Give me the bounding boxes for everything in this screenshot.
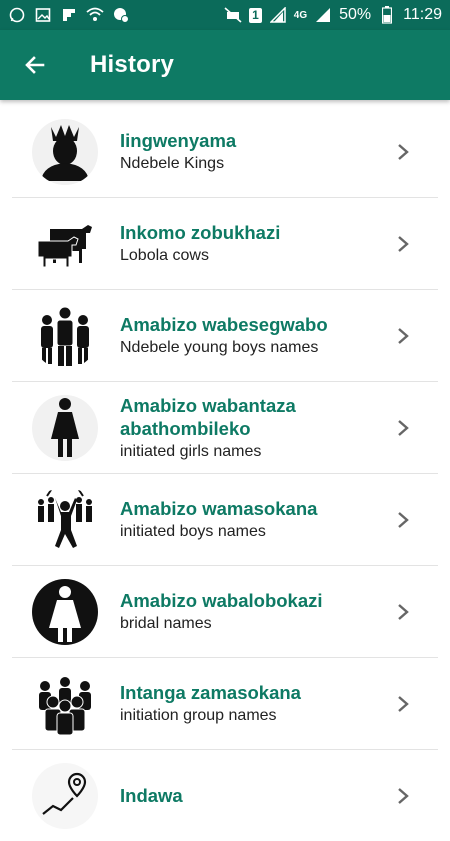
- item-subtitle: initiated boys names: [120, 523, 266, 540]
- chevron-right-icon: [398, 327, 409, 344]
- chevron-right-icon: [398, 695, 409, 712]
- chat-icon: [112, 6, 130, 24]
- crowd-icon: [32, 670, 98, 737]
- item-title: Amabizo wabantaza abathombileko: [120, 394, 296, 439]
- item-title: Iingwenyama: [120, 130, 237, 151]
- item-title: Amabizo wamasokana: [120, 498, 318, 519]
- back-button[interactable]: [18, 48, 52, 82]
- item-title: Amabizo wabesegwabo: [120, 314, 328, 335]
- chevron-right-icon: [398, 511, 409, 528]
- girl-icon: [32, 394, 98, 461]
- whatsapp-icon: [8, 6, 26, 24]
- boys-group-icon: [32, 302, 98, 369]
- item-title: Intanga zamasokana: [120, 682, 301, 703]
- network-label: 4G: [293, 9, 308, 21]
- arrow-left-icon: [25, 56, 45, 74]
- app-bar: History: [0, 30, 450, 100]
- map-pin-icon: [32, 762, 98, 829]
- status-bar: 1 4G 50% 11:29: [0, 0, 450, 30]
- signal-icon-2: [314, 6, 332, 24]
- chevron-right-icon: [398, 419, 409, 436]
- clock: 11:29: [403, 6, 442, 23]
- list-item[interactable]: Intanga zamasokana initiation group name…: [12, 658, 438, 750]
- battery-icon: [378, 6, 396, 24]
- list-item[interactable]: Amabizo wabalobokazi bridal names: [12, 566, 438, 658]
- item-title: Amabizo wabalobokazi: [120, 590, 323, 611]
- signal-icon: [269, 6, 287, 24]
- flipboard-icon: [60, 6, 78, 24]
- list-item[interactable]: Iingwenyama Ndebele Kings: [12, 106, 438, 198]
- wifi-icon: [86, 6, 104, 24]
- list-item[interactable]: Indawa: [12, 750, 438, 841]
- battery-percent: 50%: [339, 6, 372, 23]
- item-subtitle: Lobola cows: [120, 247, 209, 264]
- list-item[interactable]: Amabizo wabesegwabo Ndebele young boys n…: [12, 290, 438, 382]
- dancing-crowd-icon: [32, 486, 98, 553]
- item-subtitle: initiation group names: [120, 707, 277, 724]
- list-item[interactable]: Amabizo wamasokana initiated boys names: [12, 474, 438, 566]
- item-title: Inkomo zobukhazi: [120, 222, 281, 243]
- page-title: History: [90, 51, 175, 78]
- item-subtitle: bridal names: [120, 615, 212, 632]
- photo-icon: [34, 6, 52, 24]
- item-subtitle: initiated girls names: [120, 442, 262, 460]
- item-subtitle: Ndebele Kings: [120, 155, 225, 172]
- history-list: Iingwenyama Ndebele Kings Inkomo zobukha…: [12, 106, 438, 841]
- chevron-right-icon: [398, 235, 409, 252]
- list-item[interactable]: Amabizo wabantaza abathombileko initiate…: [12, 382, 438, 474]
- list-item[interactable]: Inkomo zobukhazi Lobola cows: [12, 198, 438, 290]
- item-title: Indawa: [120, 784, 183, 806]
- chevron-right-icon: [398, 603, 409, 620]
- cows-icon: [32, 210, 98, 277]
- sim-badge: 1: [249, 7, 262, 23]
- king-icon: [32, 118, 98, 185]
- chevron-right-icon: [398, 787, 409, 804]
- chevron-right-icon: [398, 143, 409, 160]
- bride-icon: [32, 578, 98, 645]
- mute-icon: [224, 6, 242, 24]
- item-subtitle: Ndebele young boys names: [120, 339, 319, 356]
